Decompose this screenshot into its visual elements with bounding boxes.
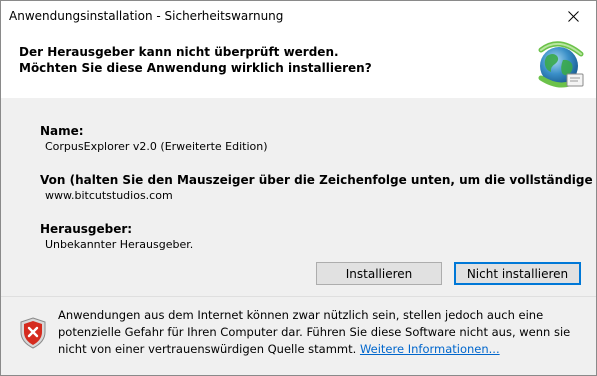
close-button[interactable] [550, 1, 596, 32]
dont-install-button[interactable]: Nicht installieren [454, 262, 581, 285]
app-name-value: CorpusExplorer v2.0 (Erweiterte Edition) [45, 140, 268, 153]
install-button[interactable]: Installieren [316, 262, 442, 285]
title-bar[interactable]: Anwendungsinstallation - Sicherheitswarn… [1, 1, 596, 32]
close-icon [567, 11, 579, 22]
window-title: Anwendungsinstallation - Sicherheitswarn… [9, 9, 284, 23]
details-panel: Name: CorpusExplorer v2.0 (Erweiterte Ed… [1, 98, 596, 296]
warning-message: Anwendungen aus dem Internet können zwar… [58, 307, 583, 358]
publisher-label: Herausgeber: [40, 222, 133, 236]
publisher-value: Unbekannter Herausgeber. [45, 238, 194, 251]
from-domain-value[interactable]: www.bitcutstudios.com [45, 189, 173, 202]
dialog-header: Der Herausgeber kann nicht überprüft wer… [1, 32, 596, 98]
header-question-line1: Der Herausgeber kann nicht überprüft wer… [19, 45, 339, 59]
more-info-link[interactable]: Weitere Informationen... [360, 342, 500, 356]
from-label: Von (halten Sie den Mauszeiger über die … [40, 173, 596, 187]
globe-install-icon [538, 41, 584, 88]
header-question-line2: Möchten Sie diese Anwendung wirklich ins… [19, 61, 372, 75]
name-label: Name: [40, 124, 84, 138]
security-shield-icon [20, 317, 46, 349]
security-footer: Anwendungen aus dem Internet können zwar… [1, 296, 596, 375]
security-warning-dialog: Anwendungsinstallation - Sicherheitswarn… [0, 0, 597, 376]
